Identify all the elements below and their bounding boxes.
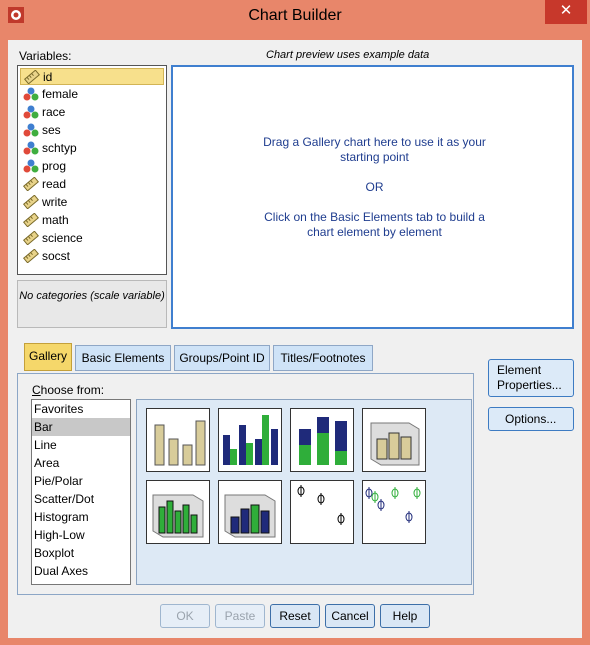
scale-ruler-icon — [23, 213, 39, 227]
element-properties-button[interactable]: Element Properties... — [488, 359, 574, 397]
chart-type-item[interactable]: High-Low — [32, 526, 130, 544]
chart-type-item[interactable]: Scatter/Dot — [32, 490, 130, 508]
nominal-icon — [23, 159, 39, 173]
3d-bar-thumbnail[interactable] — [362, 408, 426, 472]
scale-ruler-icon — [23, 249, 39, 263]
tab-basic-elements[interactable]: Basic Elements — [75, 345, 171, 371]
gallery-panel: Choose from: Favorites Bar Line Area Pie/Pol… — [17, 373, 474, 595]
variable-item[interactable]: read — [20, 176, 164, 193]
variable-item[interactable]: id — [20, 68, 164, 85]
reset-button[interactable]: Reset — [270, 604, 320, 628]
nominal-icon — [23, 123, 39, 137]
chart-builder-window: Chart Builder ✕ Variables: Chart preview… — [0, 0, 590, 645]
variable-item[interactable]: socst — [20, 248, 164, 265]
preview-label: Chart preview uses example data — [266, 49, 430, 61]
choose-from-label: Choose from: — [32, 383, 105, 397]
chart-type-item[interactable]: Line — [32, 436, 130, 454]
variable-item[interactable]: race — [20, 104, 164, 121]
tab-gallery[interactable]: Gallery — [24, 343, 72, 371]
preview-instruction-line-2: starting point — [340, 150, 409, 164]
title-bar: Chart Builder ✕ — [0, 0, 590, 36]
options-button[interactable]: Options... — [488, 407, 574, 431]
close-button[interactable]: ✕ — [545, 0, 587, 24]
3d-clustered-bar-thumbnail[interactable] — [146, 480, 210, 544]
variable-item[interactable]: prog — [20, 158, 164, 175]
variable-item[interactable]: schtyp — [20, 140, 164, 157]
scale-ruler-icon — [24, 70, 40, 84]
nominal-icon — [23, 141, 39, 155]
variable-name: female — [42, 87, 79, 101]
variable-name: race — [42, 105, 66, 119]
chart-type-item[interactable]: Bar — [32, 418, 130, 436]
scale-ruler-icon — [23, 195, 39, 209]
variable-name: read — [42, 177, 67, 191]
variable-item[interactable]: math — [20, 212, 164, 229]
element-properties-line-1: Element — [497, 363, 542, 377]
nominal-icon — [23, 87, 39, 101]
preview-instruction-line-4: chart element by element — [307, 225, 442, 239]
chart-type-item[interactable]: Favorites — [32, 400, 130, 418]
categories-note: No categories (scale variable) — [17, 280, 167, 328]
chart-type-item[interactable]: Boxplot — [32, 544, 130, 562]
cancel-button[interactable]: Cancel — [325, 604, 375, 628]
stacked-bar-thumbnail[interactable] — [290, 408, 354, 472]
variable-item[interactable]: female — [20, 86, 164, 103]
chart-type-item[interactable]: Histogram — [32, 508, 130, 526]
window-title: Chart Builder — [248, 7, 342, 24]
element-properties-line-2: Properties... — [497, 378, 562, 392]
ok-button[interactable]: OK — [160, 604, 210, 628]
clustered-bar-thumbnail[interactable] — [218, 408, 282, 472]
tab-groups-point-id[interactable]: Groups/Point ID — [174, 345, 270, 371]
chart-type-list[interactable]: Favorites Bar Line Area Pie/Polar Scatter/Dot… — [31, 399, 131, 585]
gallery-thumbnails — [136, 399, 472, 585]
clustered-error-bar-thumbnail[interactable] — [362, 480, 426, 544]
chart-type-item[interactable]: Pie/Polar — [32, 472, 130, 490]
variable-name: prog — [42, 159, 67, 173]
variable-name: science — [42, 231, 83, 245]
tab-titles-footnotes[interactable]: Titles/Footnotes — [273, 345, 373, 371]
variable-item[interactable]: write — [20, 194, 164, 211]
variables-list[interactable]: id female race ses schtyp prog read write math sc… — [17, 65, 167, 275]
scale-ruler-icon — [23, 177, 39, 191]
variable-name: id — [43, 70, 53, 84]
variable-name: ses — [42, 123, 61, 137]
variable-name: math — [42, 213, 69, 227]
3d-stacked-bar-thumbnail[interactable] — [218, 480, 282, 544]
variable-name: write — [42, 195, 68, 209]
simple-bar-thumbnail[interactable] — [146, 408, 210, 472]
choose-from-text: hoose from: — [40, 383, 105, 397]
chart-preview-canvas[interactable]: Drag a Gallery chart here to use it as y… — [171, 65, 574, 329]
dialog-body: Variables: Chart preview uses example da… — [8, 40, 582, 638]
variable-name: socst — [42, 249, 71, 263]
help-button[interactable]: Help — [380, 604, 430, 628]
nominal-icon — [23, 105, 39, 119]
chart-type-item[interactable]: Dual Axes — [32, 562, 130, 580]
variables-label: Variables: — [19, 49, 72, 63]
variable-name: schtyp — [42, 141, 77, 155]
variable-item[interactable]: science — [20, 230, 164, 247]
paste-button[interactable]: Paste — [215, 604, 265, 628]
preview-instruction-line-3: Click on the Basic Elements tab to build… — [264, 210, 485, 224]
error-bar-thumbnail[interactable] — [290, 480, 354, 544]
chart-type-item[interactable]: Area — [32, 454, 130, 472]
preview-or: OR — [365, 180, 384, 194]
preview-instruction-line-1: Drag a Gallery chart here to use it as y… — [263, 135, 486, 149]
variable-item[interactable]: ses — [20, 122, 164, 139]
scale-ruler-icon — [23, 231, 39, 245]
